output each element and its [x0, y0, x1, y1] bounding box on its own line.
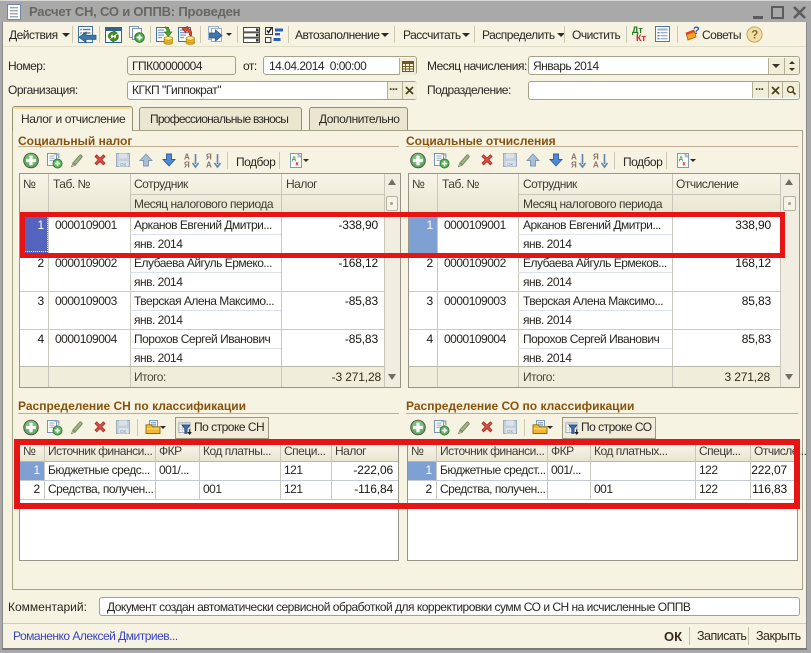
- svg-text:?: ?: [693, 25, 700, 37]
- svg-text:?: ?: [751, 30, 758, 42]
